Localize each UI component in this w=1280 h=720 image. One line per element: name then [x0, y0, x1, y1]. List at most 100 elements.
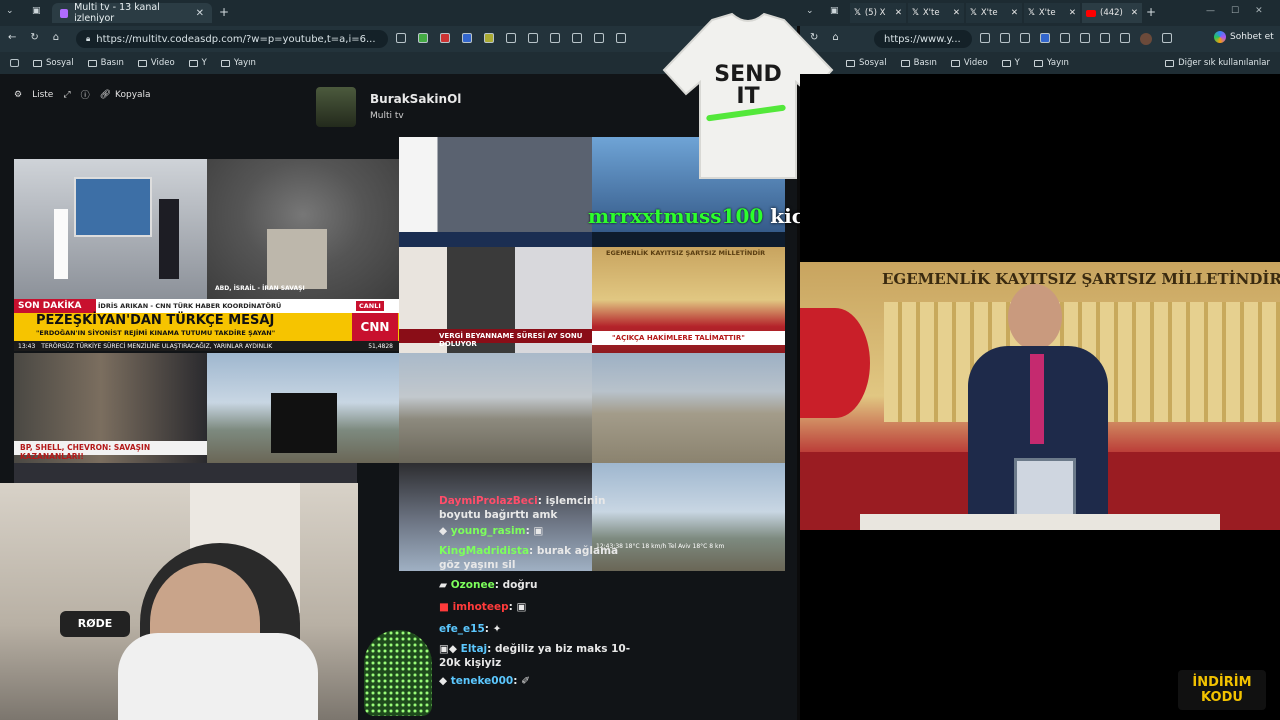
- extension-icon[interactable]: [396, 33, 406, 43]
- new-tab-button[interactable]: +: [219, 5, 229, 19]
- x-logo-icon: 𝕏: [970, 8, 977, 18]
- folder-icon: [188, 59, 198, 67]
- split-screen-icon[interactable]: [1100, 33, 1110, 43]
- video-oil[interactable]: BP, SHELL, CHEVRON: SAVAŞIN KAZANANLARI!: [14, 353, 207, 463]
- window-controls: — ☐ ✕: [1206, 6, 1263, 16]
- mic-brand: RØDE: [60, 611, 130, 637]
- right-new-tab-button[interactable]: +: [1146, 5, 1156, 19]
- minimize-icon[interactable]: —: [1206, 6, 1215, 16]
- video-war[interactable]: ABD, İSRAİL - İRAN SAVAŞI: [207, 159, 399, 299]
- video-weather-grid[interactable]: [207, 353, 399, 463]
- bookmark-video[interactable]: Video: [950, 58, 988, 68]
- bookmark-video[interactable]: Video: [137, 58, 175, 68]
- folder-icon: [87, 59, 97, 67]
- video-cnn-studio[interactable]: [14, 159, 207, 299]
- right-tab-1[interactable]: 𝕏 X'te ✕: [908, 3, 964, 23]
- home-icon[interactable]: ⌂: [53, 32, 59, 43]
- folder-icon: [1001, 59, 1011, 67]
- copy-button[interactable]: 🔗︎ Kopyala: [100, 90, 151, 100]
- close-tab-icon[interactable]: ✕: [953, 8, 960, 18]
- refresh-icon[interactable]: ↻: [30, 32, 38, 43]
- refresh-icon[interactable]: [1080, 33, 1090, 43]
- extension-icon[interactable]: [484, 33, 494, 43]
- extension-icon[interactable]: [1000, 33, 1010, 43]
- list-button[interactable]: Liste: [32, 90, 53, 100]
- chat-panel: DaymiProlazBeci: işlemcinin boyutu bağır…: [439, 494, 639, 688]
- close-tab-icon[interactable]: ✕: [895, 8, 902, 18]
- multitv-favicon-icon: [60, 8, 69, 18]
- close-tab-icon[interactable]: ✕: [1131, 8, 1138, 18]
- extension-icon[interactable]: [506, 33, 516, 43]
- extension-icon[interactable]: [980, 33, 990, 43]
- tab-multitv[interactable]: Multi tv - 13 kanal izleniyor ✕: [52, 2, 212, 24]
- close-window-icon[interactable]: ✕: [1255, 6, 1263, 16]
- bookmark-sosyal[interactable]: Sosyal: [33, 58, 74, 68]
- extension-icon[interactable]: [1040, 33, 1050, 43]
- right-tab-3[interactable]: 𝕏 X'te ✕: [1024, 3, 1080, 23]
- emote-icon: ▣: [516, 601, 527, 613]
- bookmark-y[interactable]: Y: [1001, 58, 1020, 68]
- sidebar-toggle-icon[interactable]: [10, 59, 19, 67]
- close-tab-icon[interactable]: ✕: [1011, 8, 1018, 18]
- bookmark-basin[interactable]: Basın: [900, 58, 937, 68]
- folder-icon: [900, 59, 910, 67]
- chat-message: efe_e15: ✦: [439, 623, 502, 635]
- folder-icon: [1165, 59, 1175, 67]
- bookmark-yayin[interactable]: Yayın: [220, 58, 256, 68]
- extension-icon[interactable]: [418, 33, 428, 43]
- profile-avatar[interactable]: [1140, 33, 1152, 45]
- extension-icon[interactable]: [1060, 33, 1070, 43]
- downloads-icon[interactable]: [616, 33, 626, 43]
- folder-icon: [846, 59, 855, 67]
- video-city-1[interactable]: [399, 353, 592, 463]
- tax-headline: VERGİ BEYANNAME SÜRESİ AY SONU DOLUYOR: [399, 329, 592, 348]
- back-icon[interactable]: ←: [8, 32, 16, 43]
- history-icon[interactable]: [594, 33, 604, 43]
- right-tab-2[interactable]: 𝕏 X'te ✕: [966, 3, 1022, 23]
- settings-icon[interactable]: ⚙: [14, 90, 22, 100]
- maximize-icon[interactable]: ☐: [1231, 6, 1239, 16]
- webcam-feed: RØDE: [0, 483, 358, 720]
- close-tab-icon[interactable]: ✕: [196, 8, 204, 19]
- emote-icon: ▣: [533, 525, 544, 537]
- favorites-icon[interactable]: [1120, 33, 1130, 43]
- right-tabs: 𝕏 (5) X ✕ 𝕏 X'te ✕ 𝕏 X'te ✕ 𝕏 X'te ✕ (442) ✕: [850, 3, 1142, 23]
- right-tab-4[interactable]: (442) ✕: [1082, 3, 1142, 23]
- bookmark-yayin[interactable]: Yayın: [1033, 58, 1069, 68]
- extension-icon[interactable]: [440, 33, 450, 43]
- split-screen-icon[interactable]: [528, 33, 538, 43]
- favorites-icon[interactable]: [550, 33, 560, 43]
- info-icon[interactable]: ⓘ: [81, 88, 90, 101]
- fullscreen-icon[interactable]: ⤢: [63, 90, 70, 100]
- more-icon[interactable]: [1162, 33, 1172, 43]
- video-city-2[interactable]: [592, 353, 785, 463]
- close-tab-icon[interactable]: ✕: [1069, 8, 1076, 18]
- bookmark-y[interactable]: Y: [188, 58, 207, 68]
- shirt-text: SEND IT: [714, 62, 782, 109]
- extension-icon[interactable]: [462, 33, 472, 43]
- badge-icon: ◆: [439, 675, 448, 687]
- video-strip: [14, 463, 357, 483]
- workspaces-icon[interactable]: ▣: [32, 6, 41, 16]
- bookmark-sosyal[interactable]: Sosyal: [846, 58, 887, 68]
- video-ntv[interactable]: [399, 137, 592, 247]
- video-tax[interactable]: VERGİ BEYANNAME SÜRESİ AY SONU DOLUYOR: [399, 247, 592, 353]
- left-url-bar[interactable]: 🔒︎ https://multitv.codeasdp.com/?w=p=you…: [76, 30, 388, 48]
- chat-message: DaymiProlazBeci: işlemcinin boyutu bağır…: [439, 495, 606, 521]
- right-bookmarks-bar: Sosyal Basın Video Y Yayın Diğer sık kul…: [800, 52, 1280, 74]
- bookmark-basin[interactable]: Basın: [87, 58, 124, 68]
- right-tab-0[interactable]: 𝕏 (5) X ✕: [850, 3, 906, 23]
- copilot-chat-button[interactable]: Sohbet et: [1214, 31, 1274, 43]
- video-parliament[interactable]: EGEMENLİK KAYITSIZ ŞARTSIZ MİLLETİNDİR: [800, 262, 1280, 530]
- url-text: https://multitv.codeasdp.com/?w=p=youtub…: [96, 33, 376, 45]
- collections-icon[interactable]: [572, 33, 582, 43]
- tab-list-icon[interactable]: ⌄: [6, 6, 14, 16]
- badge-icon: ▰: [439, 579, 448, 591]
- other-bookmarks[interactable]: Diğer sık kullanılanlar: [1165, 58, 1270, 68]
- podium-desk: [860, 514, 1220, 530]
- emote-icon: ✐: [521, 675, 530, 687]
- right-url-bar[interactable]: https://www.y...: [874, 30, 972, 48]
- extension-icon[interactable]: [1020, 33, 1030, 43]
- cnn-ticker: 13:43 TERÖRSÜZ TÜRKİYE SÜRECİ MENZİLİNE …: [14, 341, 399, 351]
- video-parliament-small[interactable]: EGEMENLİK KAYITSIZ ŞARTSIZ MİLLETİNDİR "…: [592, 247, 785, 353]
